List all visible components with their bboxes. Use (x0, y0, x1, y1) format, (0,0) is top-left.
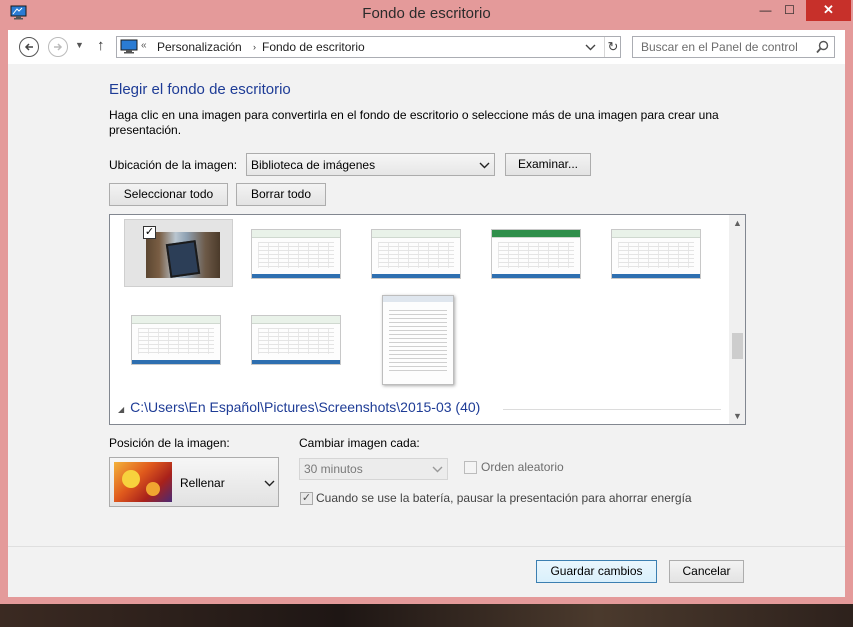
browse-button[interactable]: Examinar... (505, 153, 591, 176)
window-client-area: ▼ ↑ « Personalización › Fondo de escrito… (8, 30, 845, 627)
breadcrumb-overflow-icon[interactable]: « (141, 40, 147, 51)
minimize-button[interactable]: — (752, 0, 779, 21)
thumbnail[interactable] (382, 295, 454, 385)
breadcrumb-personalization[interactable]: Personalización (157, 40, 242, 54)
folder-group-header[interactable]: ◢ C:\Users\En Español\Pictures\Screenshot… (118, 399, 480, 415)
gallery-scrollbar[interactable]: ▲ ▼ (729, 215, 745, 424)
thumbnail-checkbox[interactable]: ✓ (143, 226, 156, 239)
battery-pause-label[interactable]: Cuando se use la batería, pausar la pres… (316, 491, 692, 505)
search-box[interactable]: Buscar en el Panel de control (632, 36, 835, 58)
picture-position-value: Rellenar (180, 476, 225, 490)
refresh-icon[interactable]: ↻ (604, 37, 621, 57)
image-location-label: Ubicación de la imagen: (109, 158, 238, 172)
clear-all-button[interactable]: Borrar todo (236, 183, 326, 206)
thumbnail[interactable] (611, 229, 701, 279)
breadcrumb-separator-icon[interactable]: › (253, 42, 256, 52)
thumbnail[interactable] (251, 229, 341, 279)
footer-divider (8, 546, 845, 547)
shuffle-label[interactable]: Orden aleatorio (481, 460, 564, 474)
page-description: Haga clic en una imagen para convertirla… (109, 108, 719, 137)
change-picture-label: Cambiar imagen cada: (299, 436, 420, 450)
flower-preview-image (114, 462, 172, 502)
collapse-icon[interactable]: ◢ (118, 405, 124, 414)
change-interval-select[interactable]: 30 minutos (299, 458, 448, 480)
thumbnail-selected[interactable]: ✓ (124, 219, 233, 287)
scroll-down-icon[interactable]: ▼ (733, 411, 742, 421)
battery-pause-checkbox[interactable]: ✓ (300, 492, 313, 505)
window-title: Fondo de escritorio (362, 5, 491, 22)
folder-path: C:\Users\En Español\Pictures\Screenshots… (130, 399, 481, 415)
desktop-background-window: Fondo de escritorio — ☐ ✕ ▼ ↑ « Personal… (0, 0, 853, 627)
search-input[interactable]: Buscar en el Panel de control (641, 40, 798, 54)
breadcrumb-desktop-background[interactable]: Fondo de escritorio (262, 40, 365, 54)
forward-button[interactable] (48, 37, 68, 57)
navigation-bar: ▼ ↑ « Personalización › Fondo de escrito… (8, 30, 845, 64)
image-gallery[interactable]: ✓ ◢ C:\Users\En Español\Pictures\Screensh… (109, 214, 746, 425)
back-button[interactable] (19, 37, 39, 57)
chevron-down-icon (479, 162, 490, 169)
close-button[interactable]: ✕ (806, 0, 851, 21)
thumbnail[interactable] (371, 229, 461, 279)
scroll-up-icon[interactable]: ▲ (733, 218, 742, 228)
shuffle-checkbox[interactable] (464, 461, 477, 474)
search-icon[interactable] (816, 40, 829, 54)
image-location-value: Biblioteca de imágenes (251, 158, 376, 172)
arrow-left-icon (24, 43, 33, 51)
desktop-background-strip (0, 604, 853, 627)
maximize-button[interactable]: ☐ (776, 0, 803, 21)
scrollbar-thumb[interactable] (732, 333, 743, 359)
address-bar[interactable]: « Personalización › Fondo de escritorio … (116, 36, 621, 58)
save-changes-button[interactable]: Guardar cambios (536, 560, 657, 583)
photo-thumbnail-image (146, 232, 220, 278)
picture-position-label: Posición de la imagen: (109, 436, 230, 450)
select-all-button[interactable]: Seleccionar todo (109, 183, 228, 206)
thumbnail[interactable] (251, 315, 341, 365)
chevron-down-icon (264, 480, 275, 487)
up-arrow-button[interactable]: ↑ (97, 38, 105, 54)
recent-locations-dropdown-icon[interactable]: ▼ (75, 40, 84, 50)
image-location-select[interactable]: Biblioteca de imágenes (246, 153, 495, 176)
thumbnail[interactable] (131, 315, 221, 365)
chevron-down-icon[interactable] (585, 40, 596, 54)
cancel-button[interactable]: Cancelar (669, 560, 744, 583)
page-title: Elegir el fondo de escritorio (109, 81, 291, 98)
arrow-right-icon (54, 43, 63, 51)
control-panel-icon (120, 39, 138, 54)
change-interval-value: 30 minutos (304, 462, 363, 476)
group-divider (503, 409, 721, 410)
chevron-down-icon (432, 466, 443, 473)
title-bar[interactable]: Fondo de escritorio — ☐ ✕ (0, 0, 853, 28)
picture-position-select[interactable]: Rellenar (109, 457, 279, 507)
thumbnail[interactable] (491, 229, 581, 279)
